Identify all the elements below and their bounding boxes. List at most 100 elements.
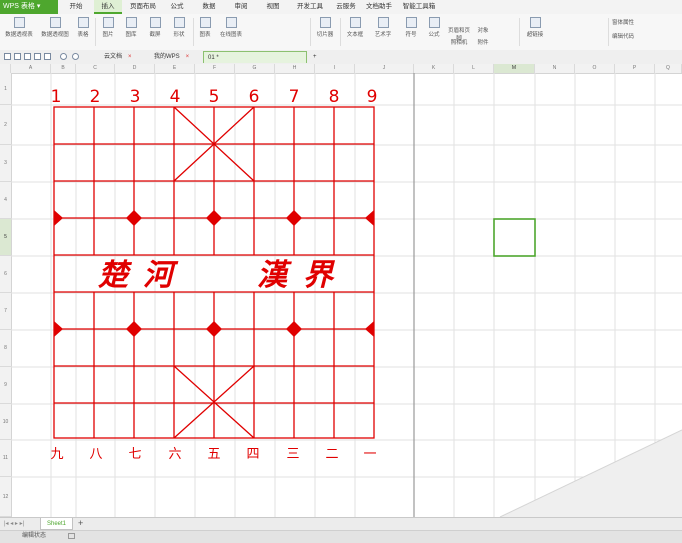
omega-icon	[405, 17, 417, 28]
row-header-selected[interactable]: 5	[0, 219, 11, 256]
column-header[interactable]: N	[535, 64, 575, 73]
file-number-top: 3	[130, 87, 141, 107]
column-header[interactable]: D	[115, 64, 155, 73]
header-footer-button[interactable]: 页眉和页脚	[446, 26, 472, 42]
add-sheet-button[interactable]: +	[78, 518, 83, 528]
column-header[interactable]: E	[155, 64, 195, 73]
row-header[interactable]: 1	[0, 73, 11, 105]
symbol-label: 符号	[405, 32, 417, 38]
row-header[interactable]: 10	[0, 404, 11, 440]
column-header[interactable]: J	[355, 64, 414, 73]
equation-button[interactable]: 公式	[424, 16, 444, 48]
close-icon[interactable]: ×	[186, 54, 190, 60]
online-chart-icon	[225, 17, 237, 28]
pivot-chart-button[interactable]: 数据透视图	[38, 16, 72, 48]
column-header[interactable]: H	[275, 64, 315, 73]
column-header[interactable]: B	[51, 64, 76, 73]
picture-button[interactable]: 图片	[98, 16, 118, 48]
menu-formula[interactable]: 公式	[164, 0, 190, 14]
form-properties-button[interactable]: 窗体属性	[612, 18, 650, 28]
row-header[interactable]: 6	[0, 256, 11, 293]
tab-cloud-docs[interactable]: 云文档 ×	[100, 51, 150, 63]
open-icon[interactable]	[14, 53, 21, 60]
textbox-button[interactable]: 文本框	[343, 16, 367, 48]
menu-doc-assistant[interactable]: 文档助手	[364, 0, 394, 14]
preview-icon[interactable]	[44, 53, 51, 60]
macro-record-icon[interactable]	[68, 533, 75, 539]
gallery-button[interactable]: 图库	[120, 16, 142, 48]
file-number-top: 4	[170, 87, 181, 107]
slicer-button[interactable]: 切片器	[313, 16, 337, 48]
camera-button[interactable]: 照相机	[446, 38, 472, 48]
file-number-top: 1	[51, 87, 62, 107]
sheet-tab-active[interactable]: Sheet1	[40, 518, 73, 530]
sheet-grid[interactable]: 1 2 3 4 5 6 7 8 9 九 八 七 六 五 四 三 二 一 楚 河 …	[11, 73, 682, 517]
row-header[interactable]: 12	[0, 477, 11, 517]
column-header[interactable]: A	[11, 64, 51, 73]
row-header[interactable]: 9	[0, 367, 11, 404]
equation-label: 公式	[428, 32, 440, 38]
menu-home[interactable]: 开始	[62, 0, 90, 14]
menu-insert[interactable]: 插入	[94, 0, 122, 14]
undo-icon[interactable]	[60, 53, 67, 60]
column-header[interactable]: O	[575, 64, 615, 73]
status-bar: 编辑状态	[0, 530, 682, 543]
textbox-label: 文本框	[346, 32, 364, 38]
column-header[interactable]: K	[414, 64, 454, 73]
attachment-button[interactable]: 附件	[474, 38, 492, 48]
column-header[interactable]: Q	[655, 64, 682, 73]
screenshot-button[interactable]: 截屏	[144, 16, 166, 48]
edit-code-button[interactable]: 编辑代码	[612, 32, 650, 42]
slicer-icon	[319, 17, 331, 28]
print-icon[interactable]	[34, 53, 41, 60]
app-menu-button[interactable]: WPS 表格 ▾	[0, 0, 58, 14]
row-header[interactable]: 8	[0, 330, 11, 367]
row-header[interactable]: 11	[0, 440, 11, 477]
sheet-nav-arrows-icon[interactable]: |◂ ◂ ▸ ▸|	[4, 520, 24, 527]
tab-document[interactable]: 01 *	[203, 51, 307, 63]
shape-button[interactable]: 形状	[168, 16, 190, 48]
ribbon-separator	[95, 18, 96, 46]
selected-cell[interactable]	[493, 218, 536, 257]
column-header[interactable]: L	[454, 64, 494, 73]
redo-icon[interactable]	[72, 53, 79, 60]
column-header[interactable]: C	[76, 64, 115, 73]
online-chart-button[interactable]: 在线图表	[216, 16, 246, 48]
save-icon[interactable]	[24, 53, 31, 60]
grid-lines	[11, 73, 682, 517]
pivot-table-button[interactable]: 数据透视表	[2, 16, 36, 48]
new-icon[interactable]	[4, 53, 11, 60]
tab-my-wps[interactable]: 我的WPS ×	[150, 51, 202, 63]
row-header[interactable]: 3	[0, 145, 11, 182]
menu-data[interactable]: 数据	[196, 0, 222, 14]
table-button[interactable]: 表格	[74, 16, 92, 48]
column-header-selected[interactable]: M	[494, 64, 535, 73]
column-header[interactable]: G	[235, 64, 275, 73]
menu-view[interactable]: 视图	[260, 0, 286, 14]
screenshot-label: 截屏	[149, 32, 161, 38]
row-header[interactable]: 4	[0, 182, 11, 219]
select-all-corner[interactable]	[0, 64, 11, 73]
ribbon-separator	[519, 18, 520, 46]
shape-icon	[173, 17, 185, 28]
column-header[interactable]: P	[615, 64, 655, 73]
row-header[interactable]: 7	[0, 293, 11, 330]
close-icon[interactable]: ×	[128, 54, 132, 60]
object-button[interactable]: 对象	[474, 26, 492, 36]
symbol-button[interactable]: 符号	[400, 16, 422, 48]
menu-developer[interactable]: 开发工具	[292, 0, 328, 14]
chart-icon	[199, 17, 211, 28]
wordart-button[interactable]: 艺术字	[369, 16, 397, 48]
column-header[interactable]: I	[315, 64, 355, 73]
menu-cloud[interactable]: 云服务	[332, 0, 360, 14]
menu-review[interactable]: 审阅	[228, 0, 254, 14]
menu-page-layout[interactable]: 页面布局	[126, 0, 160, 14]
row-header[interactable]: 2	[0, 105, 11, 145]
column-header[interactable]: F	[195, 64, 235, 73]
hyperlink-button[interactable]: 超链接	[522, 16, 548, 48]
menu-smart-tools[interactable]: 智能工具箱	[400, 0, 438, 14]
new-tab-button[interactable]: +	[309, 51, 321, 63]
ribbon-separator	[193, 18, 194, 46]
ribbon-separator	[310, 18, 311, 46]
chart-button[interactable]: 图表	[196, 16, 214, 48]
